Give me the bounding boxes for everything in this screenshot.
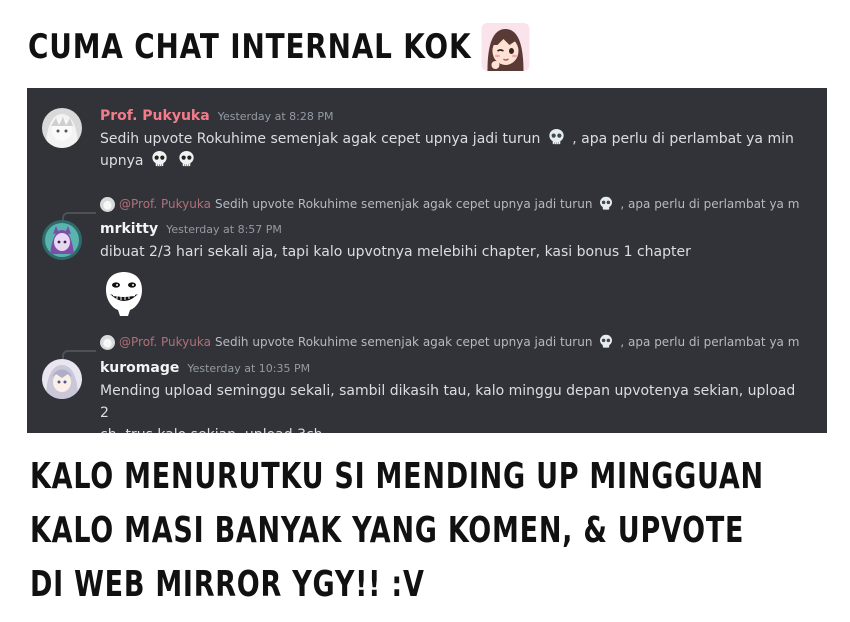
chat-panel: Prof. Pukyuka Yesterday at 8:28 PM Sedih… <box>27 88 827 433</box>
username[interactable]: kuromage <box>100 360 179 376</box>
avatar-prof-pukyuka-mini <box>100 196 115 212</box>
caption-line-2: KALO MASI BANYAK YANG KOMEN, & UPVOTE <box>30 510 745 551</box>
winking-anime-girl-sticker-icon <box>481 23 530 71</box>
headline: CUMA CHAT INTERNAL KOK <box>28 22 530 72</box>
avatar-prof-pukyuka-mini <box>100 334 115 350</box>
skull-emoji-icon <box>598 334 614 350</box>
caption-line-1: KALO MENURUTKU SI MENDING UP MINGGUAN <box>30 456 764 497</box>
reply-username[interactable]: @Prof. Pukyuka <box>119 335 211 349</box>
reply-text-tail: , apa perlu di perlambat ya m <box>620 335 800 349</box>
reply-username[interactable]: @Prof. Pukyuka <box>119 197 211 211</box>
username[interactable]: Prof. Pukyuka <box>100 108 210 124</box>
reply-text-tail: , apa perlu di perlambat ya m <box>620 197 800 211</box>
skull-emoji-icon <box>177 150 196 169</box>
avatar-prof-pukyuka[interactable] <box>42 108 82 148</box>
username[interactable]: mrkitty <box>100 221 158 237</box>
skull-emoji-icon <box>598 196 614 212</box>
message-header: Prof. Pukyuka Yesterday at 8:28 PM <box>100 108 333 124</box>
caption: KALO MENURUTKU SI MENDING UP MINGGUAN KA… <box>30 450 764 612</box>
reply-preview[interactable]: @Prof. Pukyuka Sedih upvote Rokuhime sem… <box>100 334 800 350</box>
avatar-kuromage[interactable] <box>42 359 82 399</box>
message-header: kuromage Yesterday at 10:35 PM <box>100 360 310 376</box>
headline-text: CUMA CHAT INTERNAL KOK <box>28 27 472 67</box>
message-text: dibuat 2/3 hari sekali aja, tapi kalo up… <box>100 244 691 260</box>
skull-emoji-icon <box>150 150 169 169</box>
reply-text: Sedih upvote Rokuhime semenjak agak cepe… <box>214 335 593 349</box>
message-text: Sedih upvote Rokuhime semenjak agak cepe… <box>100 128 800 172</box>
reply-preview[interactable]: @Prof. Pukyuka Sedih upvote Rokuhime sem… <box>100 196 800 212</box>
caption-line-3: DI WEB MIRROR YGY!! :V <box>30 564 425 605</box>
troll-face-sticker-icon <box>100 268 148 316</box>
skull-emoji-icon <box>547 128 566 147</box>
timestamp: Yesterday at 8:28 PM <box>217 110 334 123</box>
avatar-mrkitty[interactable] <box>42 220 82 260</box>
message-text: Mending upload seminggu sekali, sambil d… <box>100 383 796 433</box>
message-header: mrkitty Yesterday at 8:57 PM <box>100 221 282 237</box>
timestamp: Yesterday at 8:57 PM <box>166 223 282 236</box>
reply-text: Sedih upvote Rokuhime semenjak agak cepe… <box>214 197 593 211</box>
timestamp: Yesterday at 10:35 PM <box>187 362 311 375</box>
